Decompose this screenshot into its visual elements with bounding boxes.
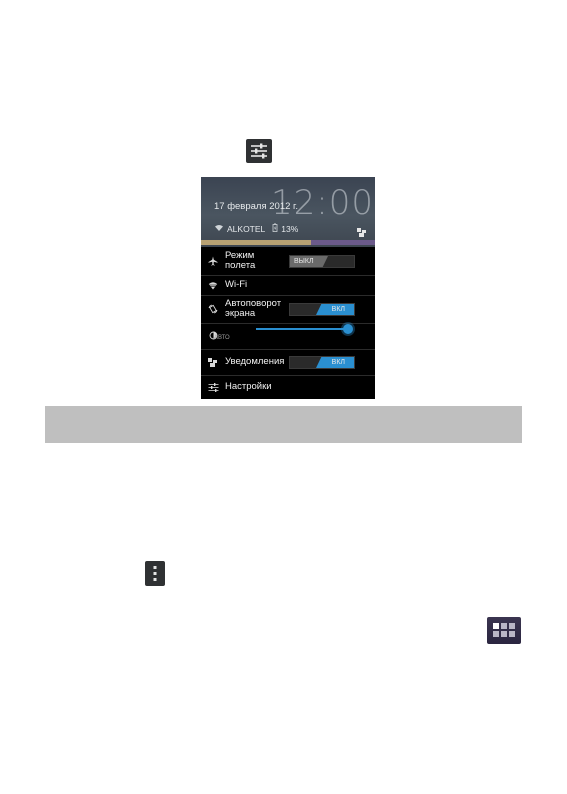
autorotate-label-line2: экрана (225, 308, 256, 319)
airplane-mode-row[interactable]: Режим полета ВЫКЛ (201, 247, 375, 276)
toggle-text: ВЫКЛ (294, 258, 314, 265)
wifi-row[interactable]: Wi-Fi (201, 275, 375, 296)
airplane-toggle[interactable]: ВЫКЛ (289, 255, 355, 268)
battery-icon (272, 223, 278, 234)
header-accent-fill (201, 240, 311, 245)
autorotate-label: Автоповорот экрана (225, 299, 281, 319)
settings-label: Настройки (225, 381, 272, 392)
wifi-label: Wi-Fi (225, 279, 248, 290)
wifi-signal-icon (214, 224, 224, 234)
section-header-bar (45, 406, 522, 443)
all-apps-icon (487, 617, 521, 644)
settings-sliders-icon (201, 382, 225, 392)
notifications-icon (201, 357, 225, 367)
brightness-slider-track[interactable] (256, 328, 348, 330)
brightness-auto-label[interactable]: АВТО (214, 335, 230, 341)
autorotate-row[interactable]: Автоповорот экрана ВКЛ (201, 295, 375, 324)
autorotate-toggle[interactable]: ВКЛ (289, 303, 355, 316)
notifications-row[interactable]: Уведомления ВКЛ (201, 349, 375, 376)
status-header: 12:00 17 февраля 2012 г. ALKOTEL 13% (201, 177, 375, 247)
battery-level: 13% (281, 223, 299, 234)
overflow-menu-icon (145, 561, 165, 586)
settings-row[interactable]: Настройки (201, 375, 375, 399)
quick-settings-screenshot: 12:00 17 февраля 2012 г. ALKOTEL 13% Реж… (201, 177, 375, 399)
airplane-label: Режим полета (225, 251, 255, 271)
notifications-label: Уведомления (225, 356, 285, 367)
network-name: ALKOTEL (227, 223, 266, 234)
brightness-row: АВТО (201, 323, 375, 350)
brightness-slider-thumb[interactable] (343, 324, 353, 334)
airplane-icon (201, 256, 225, 266)
airplane-label-line2: полета (225, 260, 256, 271)
rotate-icon (201, 304, 225, 314)
notifications-toggle[interactable]: ВКЛ (289, 356, 355, 369)
toggle-text: ВКЛ (331, 306, 345, 313)
toggle-text: ВКЛ (331, 359, 345, 366)
settings-sliders-icon (246, 139, 272, 163)
wifi-icon (201, 281, 225, 290)
header-accent-bar (201, 240, 375, 245)
network-status: ALKOTEL 13% (214, 223, 298, 234)
date-label: 17 февраля 2012 г. (214, 201, 298, 212)
